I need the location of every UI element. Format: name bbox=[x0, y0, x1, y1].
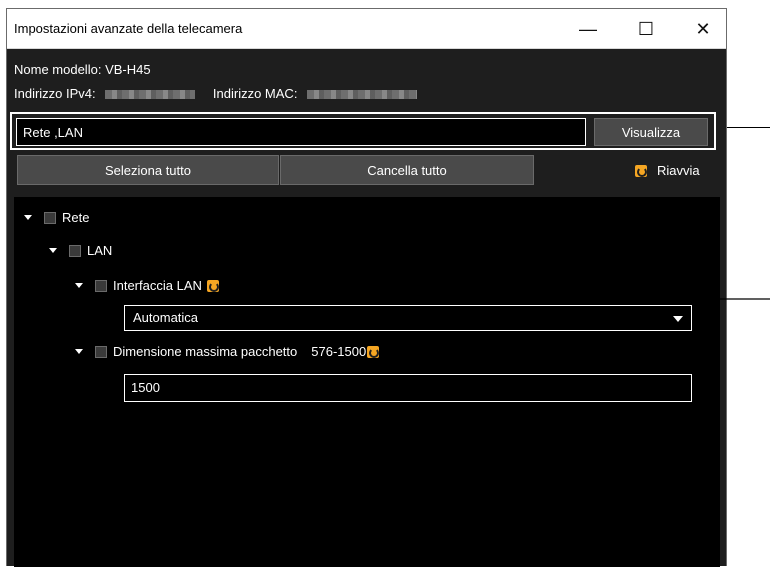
restart-legend: Riavvia bbox=[635, 163, 700, 178]
restart-icon bbox=[367, 345, 380, 358]
packet-size-checkbox[interactable] bbox=[95, 345, 107, 358]
rete-label: Rete bbox=[62, 210, 90, 225]
lan-checkbox[interactable] bbox=[69, 244, 81, 257]
callout-arrow-icon bbox=[699, 288, 770, 310]
settings-tree: Rete LAN Interfaccia LAN Automatica Dime… bbox=[14, 197, 720, 567]
lan-interface-checkbox[interactable] bbox=[95, 279, 107, 292]
callout-line bbox=[727, 127, 770, 128]
tree-node-lan-interface: Interfaccia LAN bbox=[75, 278, 219, 293]
rete-checkbox[interactable] bbox=[44, 211, 56, 224]
lan-interface-select[interactable]: Automatica bbox=[124, 305, 692, 331]
dropdown-caret-icon bbox=[673, 316, 683, 322]
restart-icon bbox=[635, 164, 647, 177]
packet-size-input[interactable]: 1500 bbox=[124, 374, 692, 402]
expand-arrow-icon[interactable] bbox=[75, 283, 83, 288]
model-info: Nome modello: VB-H45 bbox=[14, 62, 151, 77]
model-value: VB-H45 bbox=[105, 62, 151, 77]
search-input[interactable] bbox=[16, 118, 586, 146]
tree-node-lan: LAN bbox=[49, 243, 112, 258]
camera-settings-window: Impostazioni avanzate della telecamera —… bbox=[6, 8, 727, 567]
ipv4-value-redacted bbox=[105, 90, 196, 100]
close-button[interactable]: ✕ bbox=[683, 15, 723, 43]
expand-arrow-icon[interactable] bbox=[24, 215, 32, 220]
display-button[interactable]: Visualizza bbox=[594, 118, 708, 146]
lan-interface-value: Automatica bbox=[133, 310, 199, 325]
expand-arrow-icon[interactable] bbox=[49, 248, 57, 253]
window-title: Impostazioni avanzate della telecamera bbox=[14, 21, 243, 36]
mac-label: Indirizzo MAC: bbox=[212, 86, 298, 101]
mac-value-redacted bbox=[307, 90, 418, 100]
lan-label: LAN bbox=[87, 243, 113, 258]
search-row: Visualizza bbox=[10, 112, 716, 150]
ipv4-label: Indirizzo IPv4: bbox=[14, 86, 96, 101]
select-all-button[interactable]: Seleziona tutto bbox=[17, 155, 279, 185]
packet-size-label: Dimensione massima pacchetto bbox=[113, 344, 298, 359]
tree-node-packet-size: Dimensione massima pacchetto 576-1500 bbox=[75, 344, 380, 359]
packet-size-range: 576-1500 bbox=[311, 344, 367, 359]
title-bar: Impostazioni avanzate della telecamera —… bbox=[7, 9, 726, 49]
model-label: Nome modello: bbox=[14, 62, 102, 77]
minimize-button[interactable]: — bbox=[568, 15, 608, 43]
expand-arrow-icon[interactable] bbox=[75, 349, 83, 354]
restart-icon bbox=[206, 279, 219, 292]
address-info: Indirizzo IPv4: Indirizzo MAC: bbox=[14, 86, 418, 101]
restart-label: Riavvia bbox=[657, 163, 700, 178]
lan-interface-label: Interfaccia LAN bbox=[113, 278, 202, 293]
packet-size-value: 1500 bbox=[131, 380, 160, 395]
maximize-button[interactable]: ☐ bbox=[626, 15, 666, 43]
clear-all-button[interactable]: Cancella tutto bbox=[280, 155, 534, 185]
tree-node-rete: Rete bbox=[24, 210, 89, 225]
